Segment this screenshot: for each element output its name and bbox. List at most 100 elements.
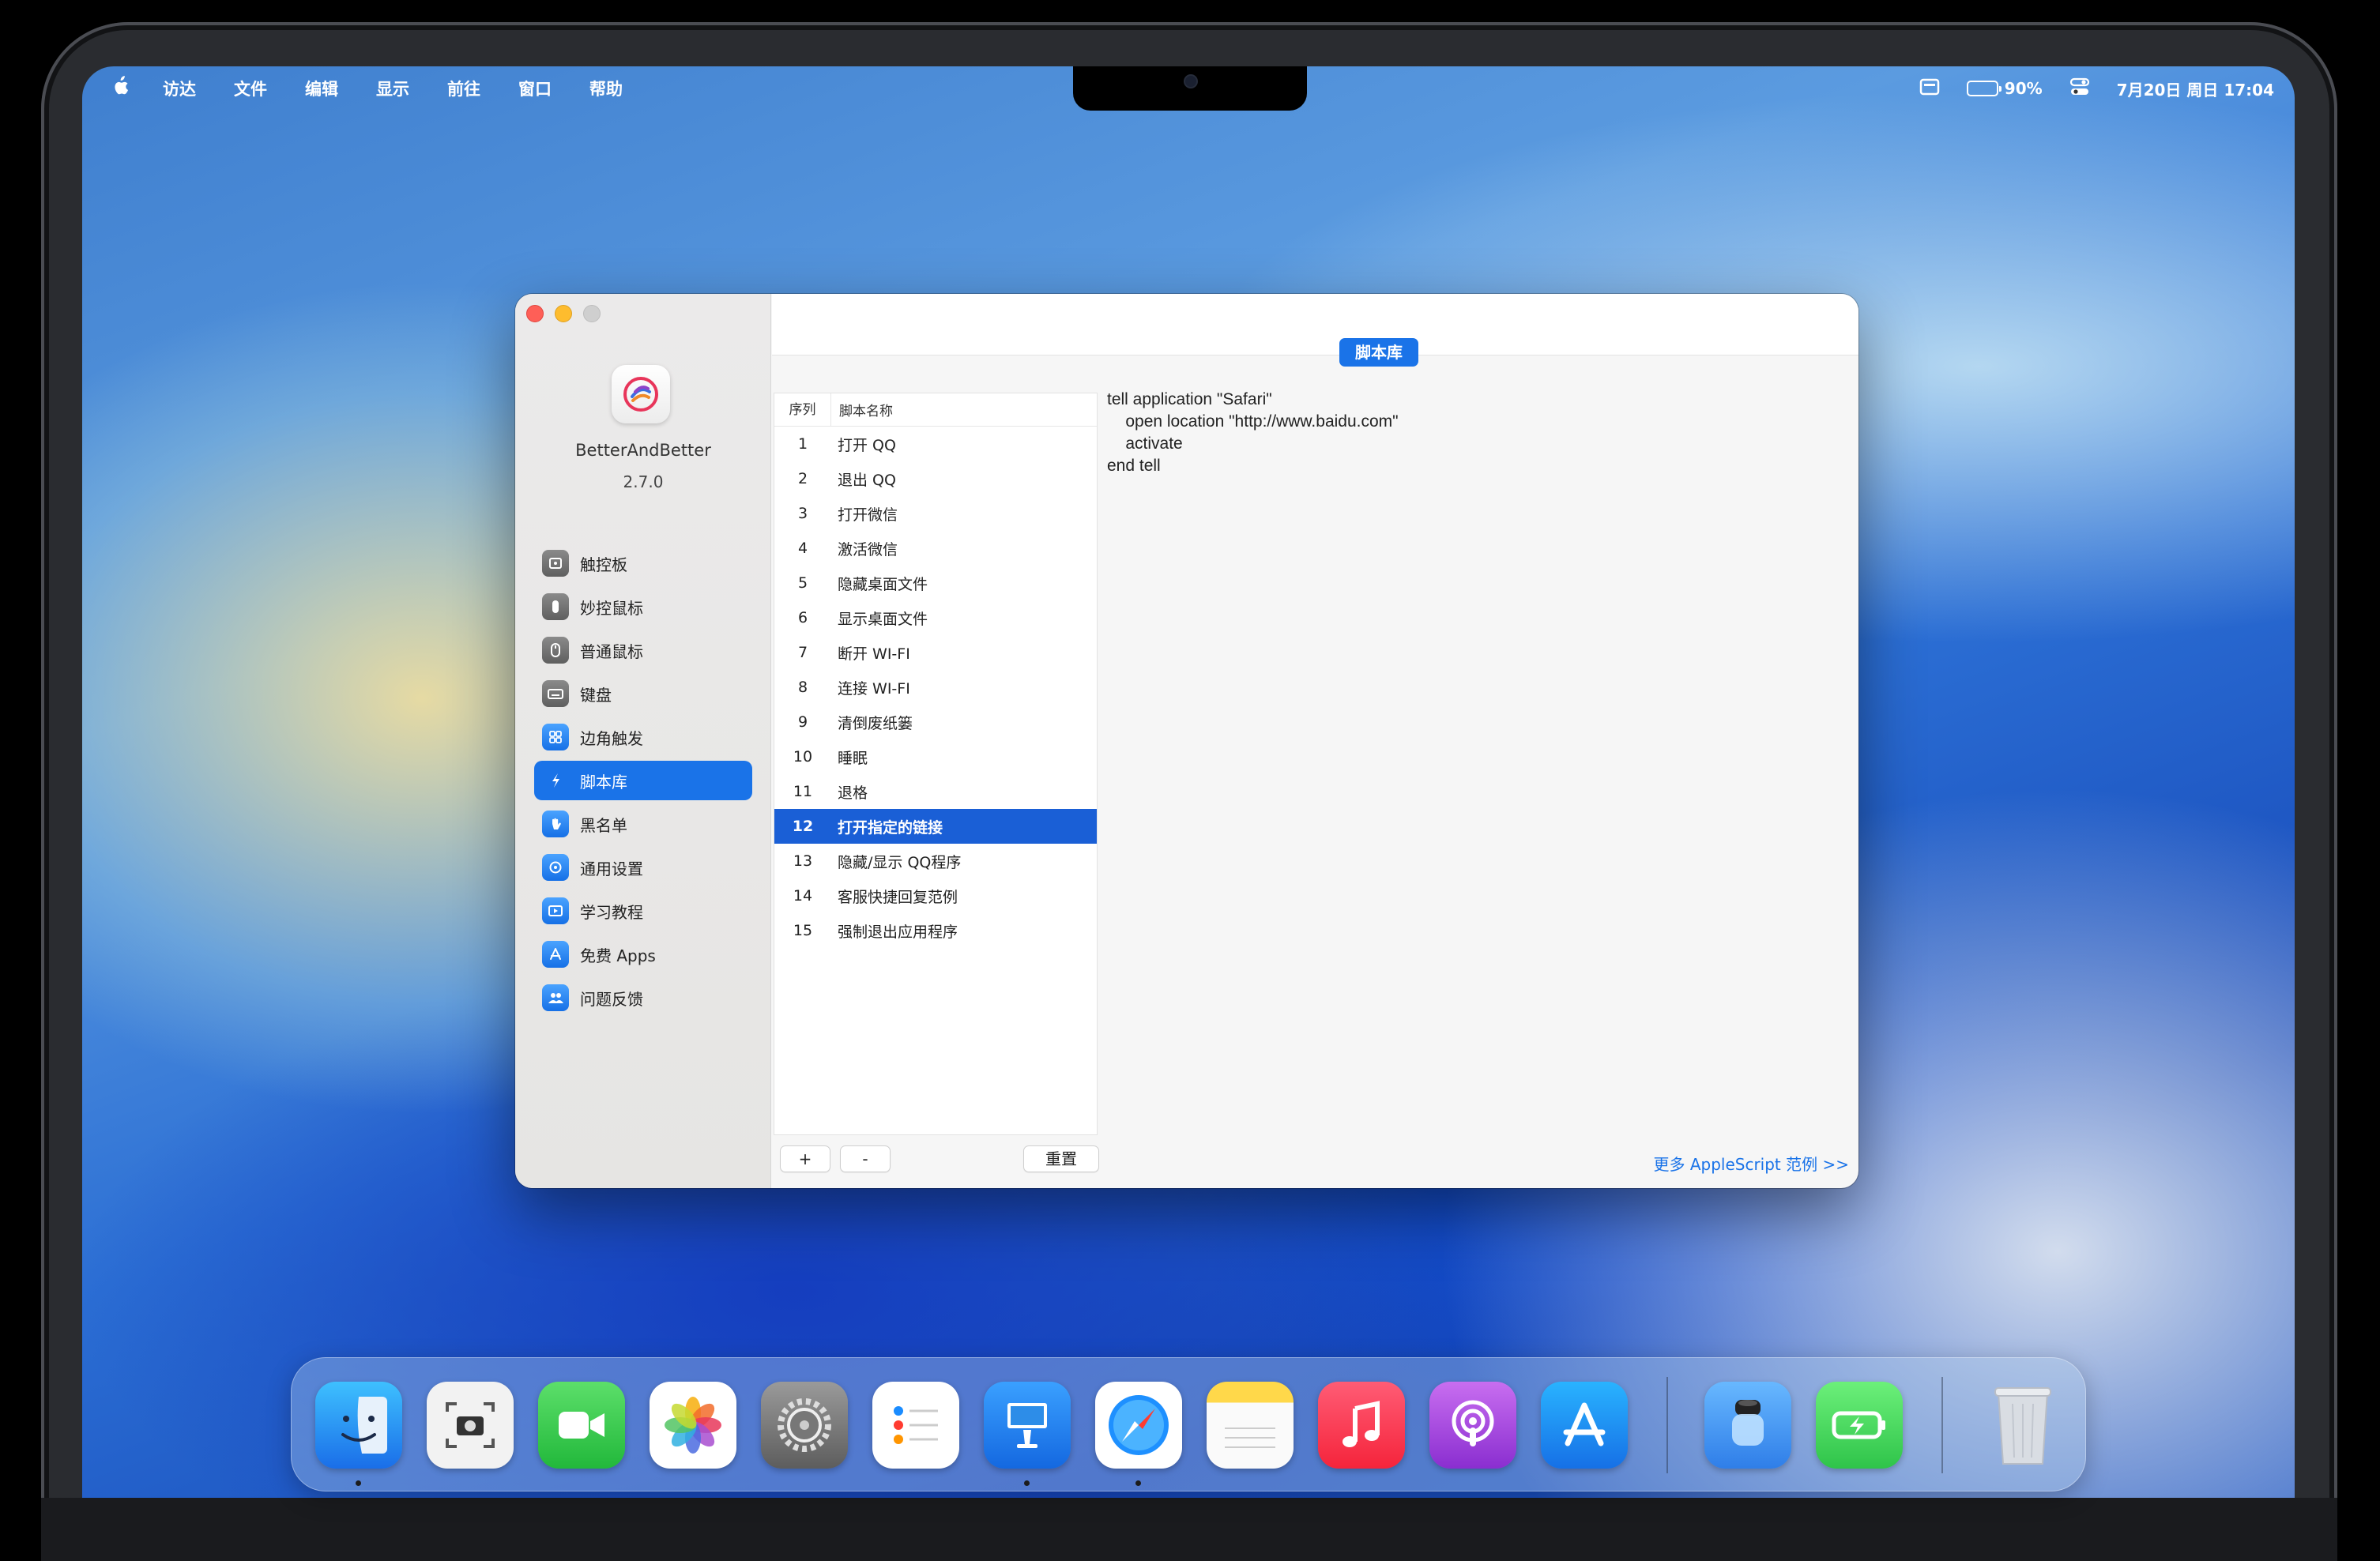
row-name: 隐藏/显示 QQ程序 — [838, 853, 962, 871]
screenshot-icon[interactable] — [427, 1382, 514, 1469]
trash-icon[interactable] — [1979, 1382, 2066, 1469]
tab-script-library[interactable]: 脚本库 — [1339, 338, 1418, 367]
table-row[interactable]: 1 打开 QQ — [774, 427, 1097, 461]
minimize-button[interactable] — [555, 305, 572, 322]
table-row[interactable]: 4 激活微信 — [774, 531, 1097, 566]
table-row[interactable]: 3 打开微信 — [774, 496, 1097, 531]
system-settings-icon[interactable] — [761, 1382, 848, 1469]
safari-icon[interactable] — [1095, 1382, 1182, 1486]
row-index: 15 — [793, 922, 813, 939]
sidebar-item-general-settings[interactable]: 通用设置 — [534, 848, 752, 887]
menu-clock[interactable]: 7月20日 周日 17:04 — [2117, 77, 2274, 100]
sidebar-item-label: 键盘 — [580, 685, 612, 705]
sidebar-item-label: 学习教程 — [580, 902, 643, 922]
sidebar-item-magic-mouse[interactable]: 妙控鼠标 — [534, 587, 752, 626]
sidebar-item-label: 触控板 — [580, 555, 627, 574]
reminders-icon[interactable] — [872, 1382, 959, 1469]
table-row[interactable]: 13 隐藏/显示 QQ程序 — [774, 844, 1097, 878]
facetime-icon[interactable] — [538, 1382, 625, 1469]
sidebar-item-trackpad[interactable]: 触控板 — [534, 544, 752, 583]
row-index: 3 — [797, 505, 808, 522]
sidebar-item-feedback[interactable]: 问题反馈 — [534, 978, 752, 1017]
sidebar-item-label: 边角触发 — [580, 728, 643, 748]
battery-icon — [1966, 81, 2002, 96]
app-store-icon[interactable] — [1541, 1382, 1628, 1469]
menu-go[interactable]: 前往 — [447, 77, 480, 100]
control-center-icon[interactable] — [2069, 77, 2090, 100]
column-header-name[interactable]: 脚本名称 — [831, 400, 893, 419]
add-script-button[interactable]: + — [780, 1145, 830, 1172]
zoom-button[interactable] — [583, 305, 601, 322]
sidebar: BetterAndBetter 2.7.0 触控板 妙控鼠标 普通鼠标 键盘 边… — [515, 294, 771, 1188]
code-line: tell application "Safari" — [1107, 390, 1272, 408]
battery-status[interactable]: 90% — [1966, 79, 2043, 98]
column-header-index[interactable]: 序列 — [774, 393, 831, 426]
dock-separator — [1666, 1377, 1668, 1473]
table-row[interactable]: 5 隐藏桌面文件 — [774, 566, 1097, 600]
reset-button[interactable]: 重置 — [1023, 1145, 1099, 1172]
main-content: 脚本库 序列 脚本名称 1 打开 QQ 2 退出 QQ 3 打开微信 4 激活微信 5 隐… — [772, 294, 1858, 1188]
mouse-icon — [542, 637, 569, 664]
row-name: 睡眠 — [838, 749, 868, 767]
row-name: 显示桌面文件 — [838, 610, 928, 628]
row-index: 6 — [797, 609, 808, 626]
camera-app-icon[interactable] — [1704, 1382, 1791, 1469]
row-index: 1 — [797, 435, 808, 453]
table-row[interactable]: 9 清倒废纸篓 — [774, 705, 1097, 739]
menu-finder[interactable]: 访达 — [163, 77, 196, 100]
podcasts-icon[interactable] — [1429, 1382, 1516, 1469]
table-row[interactable]: 14 客服快捷回复范例 — [774, 878, 1097, 913]
sidebar-item-label: 脚本库 — [580, 772, 627, 792]
table-row[interactable]: 2 退出 QQ — [774, 461, 1097, 496]
sidebar-item-blacklist[interactable]: 黑名单 — [534, 804, 752, 844]
keyboard-icon — [542, 680, 569, 707]
table-row-selected[interactable]: 12 打开指定的链接 — [774, 809, 1097, 844]
sidebar-item-tutorials[interactable]: 学习教程 — [534, 891, 752, 931]
menu-edit[interactable]: 编辑 — [305, 77, 338, 100]
menu-view[interactable]: 显示 — [376, 77, 409, 100]
play-tutorial-icon — [542, 897, 569, 924]
display-icon[interactable] — [1919, 78, 1940, 100]
sidebar-item-script-library[interactable]: 脚本库 — [534, 761, 752, 800]
sidebar-item-free-apps[interactable]: 免费 Apps — [534, 935, 752, 974]
battery-percent: 90% — [2004, 79, 2043, 98]
music-icon[interactable] — [1318, 1382, 1405, 1469]
row-name: 打开微信 — [838, 506, 898, 524]
dock-separator — [1941, 1377, 1943, 1473]
more-applescript-link[interactable]: 更多 AppleScript 范例 >> — [1653, 1152, 1849, 1175]
sidebar-item-mouse[interactable]: 普通鼠标 — [534, 630, 752, 670]
sidebar-item-label: 问题反馈 — [580, 989, 643, 1009]
photos-icon[interactable] — [650, 1382, 736, 1469]
menu-help[interactable]: 帮助 — [589, 77, 623, 100]
keynote-icon[interactable] — [984, 1382, 1071, 1486]
row-name: 隐藏桌面文件 — [838, 575, 928, 593]
remove-script-button[interactable]: - — [840, 1145, 891, 1172]
table-row[interactable]: 6 显示桌面文件 — [774, 600, 1097, 635]
app-logo-icon — [612, 365, 670, 423]
row-index: 11 — [793, 783, 813, 800]
close-button[interactable] — [526, 305, 544, 322]
row-name: 清倒废纸篓 — [838, 714, 913, 732]
menu-file[interactable]: 文件 — [234, 77, 267, 100]
row-name: 退格 — [838, 784, 868, 802]
finder-icon[interactable] — [315, 1382, 402, 1486]
script-table: 序列 脚本名称 1 打开 QQ 2 退出 QQ 3 打开微信 4 激活微信 5 隐藏桌面文… — [774, 393, 1098, 1135]
table-row[interactable]: 10 睡眠 — [774, 739, 1097, 774]
camera-icon — [1184, 74, 1198, 88]
row-index: 10 — [793, 748, 813, 765]
sidebar-item-hot-corners[interactable]: 边角触发 — [534, 717, 752, 757]
table-row[interactable]: 7 断开 WI-FI — [774, 635, 1097, 670]
sidebar-item-label: 黑名单 — [580, 815, 627, 835]
sidebar-item-label: 免费 Apps — [580, 946, 656, 965]
apple-logo-icon[interactable] — [109, 76, 131, 101]
table-row[interactable]: 8 连接 WI-FI — [774, 670, 1097, 705]
menu-window[interactable]: 窗口 — [518, 77, 552, 100]
row-index: 4 — [797, 540, 808, 557]
table-row[interactable]: 11 退格 — [774, 774, 1097, 809]
script-code-editor[interactable]: tell application "Safari" open location … — [1107, 389, 1399, 477]
row-index: 9 — [797, 713, 808, 731]
table-row[interactable]: 15 强制退出应用程序 — [774, 913, 1097, 948]
notes-icon[interactable] — [1207, 1382, 1294, 1469]
sidebar-item-keyboard[interactable]: 键盘 — [534, 674, 752, 713]
battery-app-icon[interactable] — [1816, 1382, 1903, 1469]
